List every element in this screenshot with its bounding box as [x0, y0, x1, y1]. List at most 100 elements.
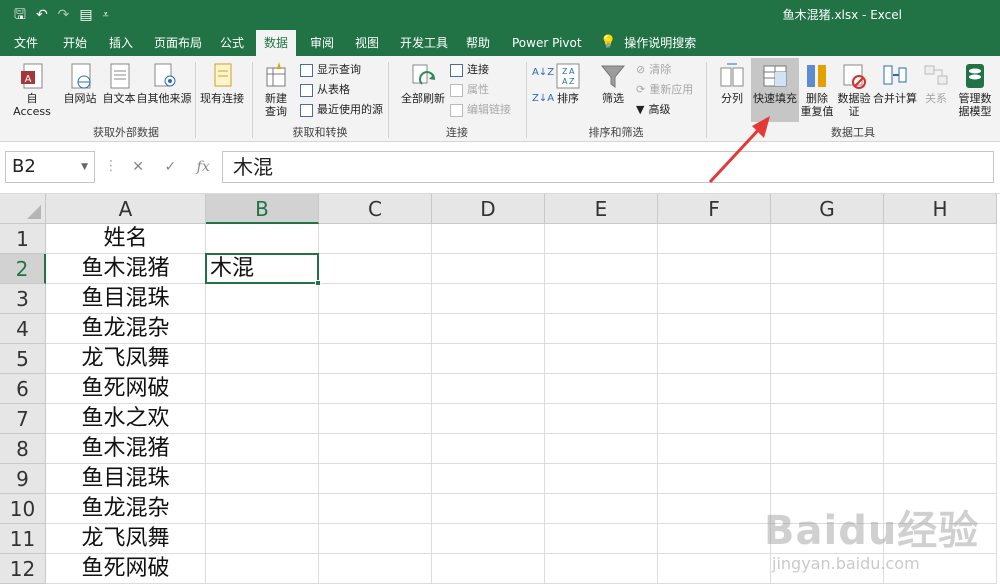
- remove-duplicates-button[interactable]: 删除 重复值: [800, 62, 834, 118]
- cell-C7[interactable]: [319, 404, 432, 434]
- edit-links-button[interactable]: 编辑链接: [450, 101, 511, 119]
- cell-F11[interactable]: [658, 524, 771, 554]
- column-header[interactable]: D: [432, 194, 545, 224]
- existing-connections-button[interactable]: 现有连接: [198, 62, 246, 105]
- cell-F3[interactable]: [658, 284, 771, 314]
- consolidate-button[interactable]: 合并计算: [872, 62, 918, 105]
- reapply-button[interactable]: ⟳ 重新应用: [636, 81, 693, 99]
- tell-me-search[interactable]: 💡 操作说明搜索: [592, 30, 704, 56]
- cell-C2[interactable]: [319, 254, 432, 284]
- cell-D7[interactable]: [432, 404, 545, 434]
- cell-F10[interactable]: [658, 494, 771, 524]
- cell-C10[interactable]: [319, 494, 432, 524]
- cell-E11[interactable]: [545, 524, 658, 554]
- row-header[interactable]: 3: [0, 284, 46, 314]
- cell-A11[interactable]: 龙飞凤舞: [46, 524, 206, 554]
- cell-H7[interactable]: [884, 404, 997, 434]
- row-header[interactable]: 2: [0, 254, 46, 284]
- tab-developer[interactable]: 开发工具: [392, 30, 456, 56]
- cell-H2[interactable]: [884, 254, 997, 284]
- cell-B4[interactable]: [206, 314, 319, 344]
- cell-H5[interactable]: [884, 344, 997, 374]
- cell-A2[interactable]: 鱼木混猪: [46, 254, 206, 284]
- column-header[interactable]: G: [771, 194, 884, 224]
- cell-A12[interactable]: 鱼死网破: [46, 554, 206, 584]
- cell-B8[interactable]: [206, 434, 319, 464]
- column-header[interactable]: E: [545, 194, 658, 224]
- cell-E4[interactable]: [545, 314, 658, 344]
- tab-home[interactable]: 开始: [55, 30, 95, 56]
- cell-F2[interactable]: [658, 254, 771, 284]
- from-text-button[interactable]: 自文本: [100, 62, 138, 105]
- cell-A4[interactable]: 鱼龙混杂: [46, 314, 206, 344]
- relationships-button[interactable]: 关系: [920, 62, 952, 105]
- clear-filter-button[interactable]: ⊘ 清除: [636, 61, 671, 79]
- cell-G1[interactable]: [771, 224, 884, 254]
- tab-help[interactable]: 帮助: [458, 30, 498, 56]
- chevron-down-icon[interactable]: ▼: [81, 152, 88, 182]
- column-header[interactable]: C: [319, 194, 432, 224]
- cell-H6[interactable]: [884, 374, 997, 404]
- cell-B11[interactable]: [206, 524, 319, 554]
- column-header[interactable]: F: [658, 194, 771, 224]
- row-header[interactable]: 5: [0, 344, 46, 374]
- show-queries-button[interactable]: 显示查询: [300, 61, 361, 79]
- cell-B3[interactable]: [206, 284, 319, 314]
- row-header[interactable]: 11: [0, 524, 46, 554]
- cell-D11[interactable]: [432, 524, 545, 554]
- cell-C4[interactable]: [319, 314, 432, 344]
- sort-button[interactable]: ZAAZ 排序: [554, 62, 582, 105]
- cell-H1[interactable]: [884, 224, 997, 254]
- cell-D9[interactable]: [432, 464, 545, 494]
- enter-icon[interactable]: ✓: [164, 159, 176, 175]
- insert-function-icon[interactable]: fx: [197, 159, 210, 175]
- tab-page-layout[interactable]: 页面布局: [146, 30, 210, 56]
- cell-F8[interactable]: [658, 434, 771, 464]
- fill-handle[interactable]: [315, 280, 321, 286]
- from-table-button[interactable]: 从表格: [300, 81, 350, 99]
- cell-E6[interactable]: [545, 374, 658, 404]
- cell-C12[interactable]: [319, 554, 432, 584]
- cell-E10[interactable]: [545, 494, 658, 524]
- cell-B1[interactable]: [206, 224, 319, 254]
- name-box[interactable]: B2 ▼: [5, 151, 95, 183]
- cell-D10[interactable]: [432, 494, 545, 524]
- select-all-button[interactable]: [0, 194, 46, 224]
- cell-D6[interactable]: [432, 374, 545, 404]
- row-header[interactable]: 6: [0, 374, 46, 404]
- tab-power-pivot[interactable]: Power Pivot: [504, 30, 590, 56]
- tab-data[interactable]: 数据: [256, 30, 297, 56]
- cell-E3[interactable]: [545, 284, 658, 314]
- tab-formulas[interactable]: 公式: [212, 30, 252, 56]
- cell-D3[interactable]: [432, 284, 545, 314]
- refresh-all-button[interactable]: 全部刷新: [398, 62, 448, 105]
- properties-button[interactable]: 属性: [450, 81, 489, 99]
- row-header[interactable]: 10: [0, 494, 46, 524]
- cell-A8[interactable]: 鱼木混猪: [46, 434, 206, 464]
- tab-view[interactable]: 视图: [347, 30, 387, 56]
- cell-E8[interactable]: [545, 434, 658, 464]
- cell-E7[interactable]: [545, 404, 658, 434]
- cell-G4[interactable]: [771, 314, 884, 344]
- formula-input[interactable]: 木混: [222, 151, 994, 183]
- formula-bar-grip[interactable]: ⋮: [104, 158, 118, 174]
- connections-button[interactable]: 连接: [450, 61, 489, 79]
- cell-C5[interactable]: [319, 344, 432, 374]
- cell-B2[interactable]: 木混: [206, 254, 319, 284]
- recent-sources-button[interactable]: 最近使用的源: [300, 101, 383, 119]
- cell-A9[interactable]: 鱼目混珠: [46, 464, 206, 494]
- cell-G6[interactable]: [771, 374, 884, 404]
- text-to-columns-button[interactable]: 分列: [714, 62, 750, 105]
- cell-E9[interactable]: [545, 464, 658, 494]
- cell-B12[interactable]: [206, 554, 319, 584]
- column-header[interactable]: B: [206, 194, 319, 224]
- cell-A3[interactable]: 鱼目混珠: [46, 284, 206, 314]
- filter-button[interactable]: 筛选: [598, 62, 628, 105]
- cell-B10[interactable]: [206, 494, 319, 524]
- cell-F5[interactable]: [658, 344, 771, 374]
- cell-G5[interactable]: [771, 344, 884, 374]
- cell-H3[interactable]: [884, 284, 997, 314]
- cell-B7[interactable]: [206, 404, 319, 434]
- row-header[interactable]: 7: [0, 404, 46, 434]
- cell-C9[interactable]: [319, 464, 432, 494]
